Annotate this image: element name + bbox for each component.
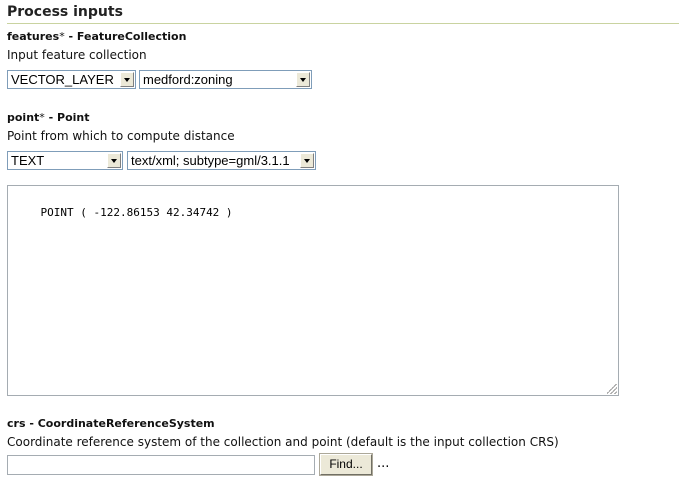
point-mime-type-value: text/xml; subtype=gml/3.1.1	[131, 153, 290, 168]
point-param-type: - Point	[44, 111, 90, 124]
features-param-description: Input feature collection	[7, 48, 147, 62]
point-mime-type-select[interactable]: text/xml; subtype=gml/3.1.1	[127, 151, 316, 170]
point-value-text: POINT ( -122.86153 42.34742 )	[40, 206, 233, 219]
crs-param-name: crs	[7, 417, 26, 430]
features-param-name: features	[7, 30, 60, 43]
point-param-description: Point from which to compute distance	[7, 129, 235, 143]
features-input-type-select[interactable]: VECTOR_LAYER	[7, 70, 136, 89]
point-value-textarea[interactable]: POINT ( -122.86153 42.34742 )	[7, 185, 619, 396]
features-param-heading: features* - FeatureCollection	[7, 30, 186, 43]
point-param-heading: point* - Point	[7, 111, 90, 124]
point-param-name: point	[7, 111, 40, 124]
features-input-type-value: VECTOR_LAYER	[11, 72, 114, 87]
process-inputs-panel: Process inputs features* - FeatureCollec…	[0, 0, 679, 490]
features-layer-select[interactable]: medford:zoning	[139, 70, 312, 89]
point-input-type-value: TEXT	[11, 153, 45, 168]
section-title: Process inputs	[7, 4, 123, 20]
crs-param-type: - CoordinateReferenceSystem	[25, 417, 215, 430]
point-input-type-select[interactable]: TEXT	[7, 151, 123, 170]
crs-ellipsis: ...	[377, 456, 390, 471]
crs-param-description: Coordinate reference system of the colle…	[7, 435, 559, 449]
resize-grip-icon[interactable]	[607, 384, 617, 394]
chevron-down-icon[interactable]	[120, 72, 134, 87]
find-crs-button[interactable]: Find...	[320, 454, 372, 475]
crs-input[interactable]	[7, 455, 315, 475]
chevron-down-icon[interactable]	[107, 153, 121, 168]
chevron-down-icon[interactable]	[300, 153, 314, 168]
chevron-down-icon[interactable]	[296, 72, 310, 87]
crs-param-heading: crs - CoordinateReferenceSystem	[7, 417, 215, 430]
title-divider	[7, 23, 679, 24]
features-layer-value: medford:zoning	[143, 72, 233, 87]
features-param-type: - FeatureCollection	[64, 30, 187, 43]
